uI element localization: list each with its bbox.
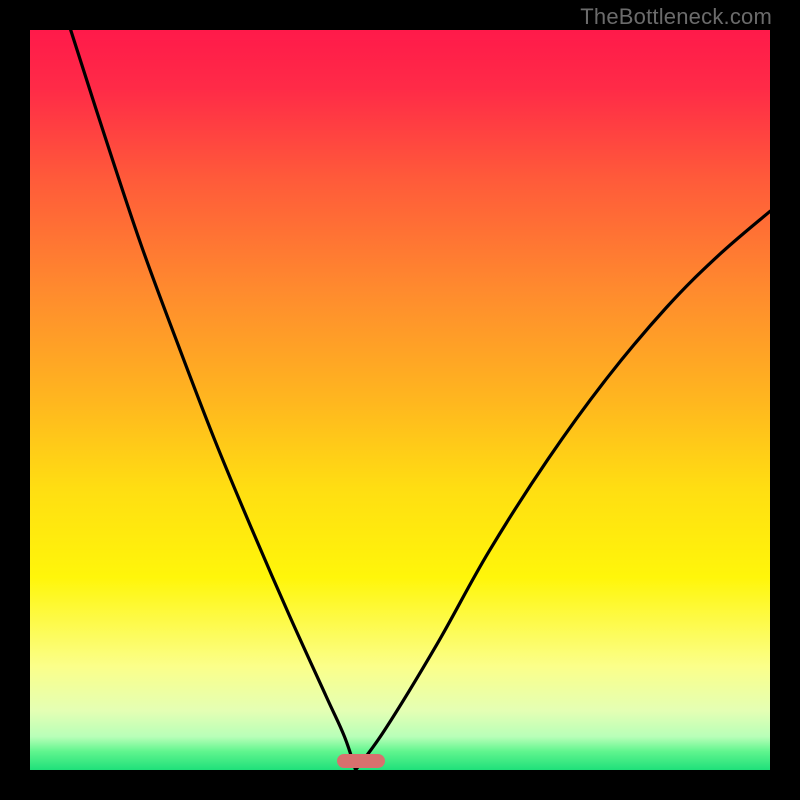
bottleneck-curve (30, 30, 770, 770)
optimum-marker (337, 754, 385, 768)
curve-left-branch (71, 30, 356, 770)
watermark-text: TheBottleneck.com (580, 4, 772, 30)
curve-right-branch (356, 211, 770, 770)
outer-frame: TheBottleneck.com (0, 0, 800, 800)
plot-area (30, 30, 770, 770)
